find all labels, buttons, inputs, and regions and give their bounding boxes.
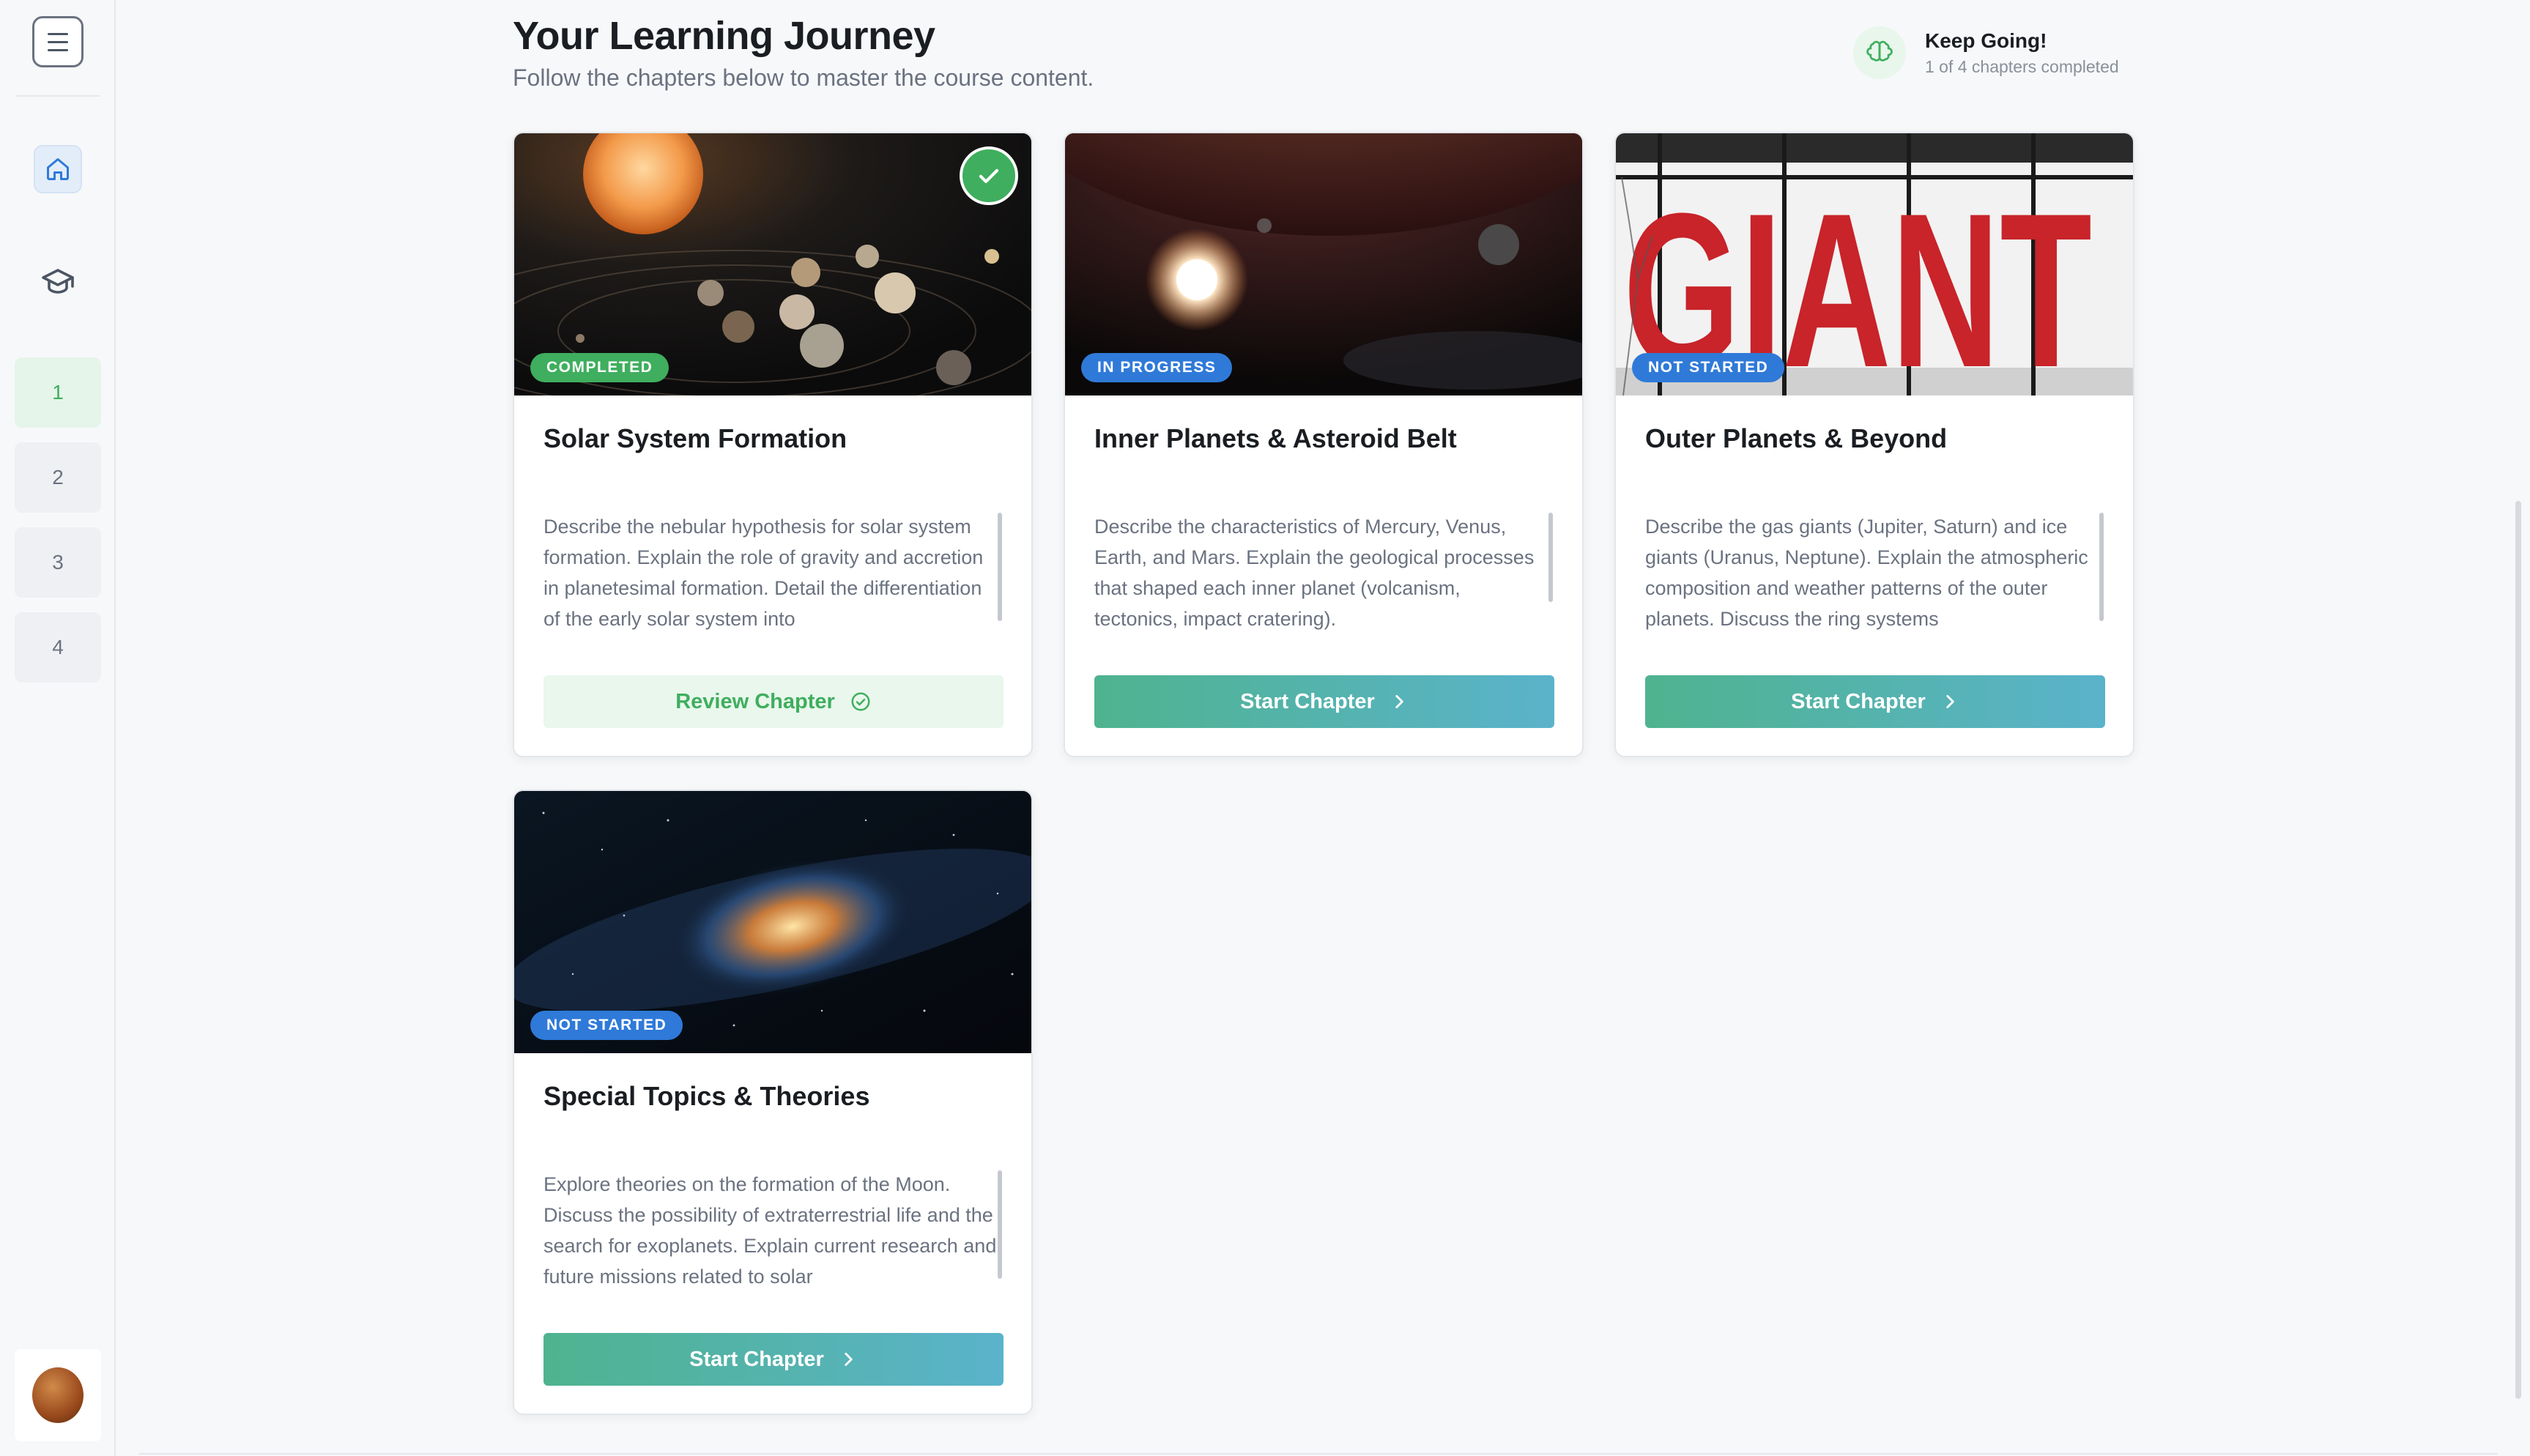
button-label: Start Chapter <box>689 1347 824 1371</box>
chapter-description[interactable]: Explore theories on the formation of the… <box>544 1169 998 1296</box>
description-scrollbar[interactable] <box>2099 513 2104 621</box>
chapter-title: Inner Planets & Asteroid Belt <box>1094 423 1457 453</box>
check-circle-icon <box>850 691 872 713</box>
progress-summary: Keep Going! 1 of 4 chapters completed <box>1853 26 2119 79</box>
review-chapter-button[interactable]: Review Chapter <box>544 675 1004 728</box>
button-label: Start Chapter <box>1791 689 1926 713</box>
menu-icon <box>48 30 68 54</box>
brain-icon <box>1853 26 1906 79</box>
chapter-card-2: IN PROGRESS Inner Planets & Asteroid Bel… <box>1064 132 1584 757</box>
sidebar-chapter-4[interactable]: 4 <box>15 612 101 683</box>
progress-subtitle: 1 of 4 chapters completed <box>1925 56 2119 76</box>
chapter-card-1: COMPLETED Solar System Formation Describ… <box>513 132 1033 757</box>
status-badge: NOT STARTED <box>1632 353 1785 382</box>
nav-home-button[interactable] <box>34 145 82 193</box>
start-chapter-button[interactable]: Start Chapter <box>1094 675 1554 728</box>
button-label: Review Chapter <box>675 689 835 713</box>
description-scrollbar[interactable] <box>1548 513 1553 602</box>
status-badge: IN PROGRESS <box>1081 353 1233 382</box>
sidebar-chapter-3[interactable]: 3 <box>15 527 101 598</box>
start-chapter-button[interactable]: Start Chapter <box>1645 675 2105 728</box>
chapter-card-3: GIANT NOT STARTED Outer Planets & Beyond… <box>1614 132 2134 757</box>
chevron-right-icon <box>1940 692 1959 711</box>
chapter-card-4: NOT STARTED Special Topics & Theories Ex… <box>513 790 1033 1415</box>
description-scrollbar[interactable] <box>998 1170 1002 1279</box>
menu-button[interactable] <box>32 16 84 67</box>
sidebar-chapter-2[interactable]: 2 <box>15 442 101 513</box>
chapter-title: Special Topics & Theories <box>544 1081 870 1111</box>
chapter-description[interactable]: Describe the characteristics of Mercury,… <box>1094 511 1548 639</box>
chapter-description[interactable]: Describe the nebular hypothesis for sola… <box>544 511 998 639</box>
page-scrollbar[interactable] <box>2515 501 2521 1399</box>
chapter-title: Outer Planets & Beyond <box>1645 423 1948 453</box>
chapter-title: Solar System Formation <box>544 423 847 453</box>
description-scrollbar[interactable] <box>998 513 1002 621</box>
home-icon <box>47 158 69 180</box>
footer-divider <box>139 1453 2498 1455</box>
sidebar-divider <box>16 95 100 97</box>
completed-check-icon <box>960 146 1018 205</box>
avatar[interactable] <box>32 1367 84 1423</box>
start-chapter-button[interactable]: Start Chapter <box>544 1333 1004 1386</box>
status-badge: COMPLETED <box>530 353 669 382</box>
progress-title: Keep Going! <box>1925 29 2047 52</box>
page-subtitle: Follow the chapters below to master the … <box>513 64 1094 91</box>
chevron-right-icon <box>1390 692 1409 711</box>
status-badge: NOT STARTED <box>530 1011 683 1040</box>
avatar-container <box>15 1349 101 1441</box>
sidebar: 1 2 3 4 <box>0 0 116 1456</box>
chevron-right-icon <box>839 1350 858 1369</box>
page-title: Your Learning Journey <box>513 14 935 58</box>
chapter-description[interactable]: Describe the gas giants (Jupiter, Saturn… <box>1645 511 2099 639</box>
button-label: Start Chapter <box>1240 689 1375 713</box>
graduation-cap-icon <box>42 269 74 294</box>
nav-courses-button[interactable] <box>34 258 82 306</box>
sidebar-chapter-1[interactable]: 1 <box>15 357 101 428</box>
